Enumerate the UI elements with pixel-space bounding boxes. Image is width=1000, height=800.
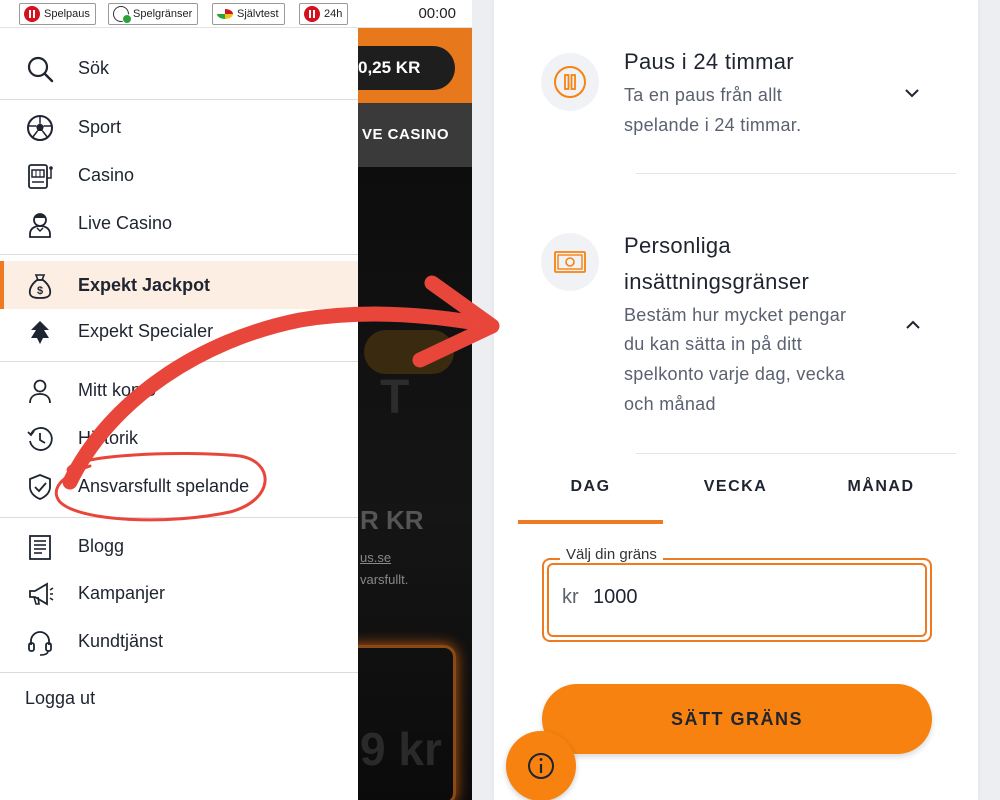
- menu-item-label: Expekt Jackpot: [78, 274, 211, 295]
- menu-item-kundtjanst[interactable]: Kundtjänst: [0, 617, 358, 665]
- deposit-title-line2: insättningsgränser: [624, 269, 810, 294]
- menu-search[interactable]: Sök: [0, 44, 358, 92]
- bg-hero-letter: T: [380, 371, 410, 424]
- menu-item-label: Mitt konto: [78, 379, 157, 400]
- info-icon: [528, 753, 554, 779]
- limit-input[interactable]: [593, 586, 793, 609]
- user-icon: [26, 377, 54, 405]
- menu-divider: [0, 99, 358, 100]
- menu-item-expekt-specialer[interactable]: Expekt Specialer: [0, 307, 358, 355]
- menu-item-ansvarsfullt-spelande[interactable]: Ansvarsfullt spelande: [0, 462, 358, 510]
- side-menu: Sök Sport Casino Live Casino $ Expekt Ja…: [0, 28, 358, 800]
- menu-divider: [0, 672, 358, 673]
- logout-link[interactable]: Logga ut: [25, 688, 95, 709]
- menu-item-label: Kampanjer: [78, 582, 166, 603]
- bg-decoration: [364, 330, 454, 374]
- pause-icon: [24, 6, 40, 22]
- spelgranser-label: Spelgränser: [133, 8, 193, 20]
- section-divider: [636, 453, 956, 454]
- spelgranser-button[interactable]: Spelgränser: [108, 3, 199, 25]
- bg-hero-link[interactable]: us.se: [360, 550, 391, 565]
- tab-vecka[interactable]: VECKA: [663, 470, 808, 524]
- gauge-icon: [217, 9, 233, 19]
- responsible-gaming-panel: Paus i 24 timmar Ta en paus från allt sp…: [494, 0, 978, 800]
- session-timer: 00:00: [418, 5, 456, 22]
- megaphone-icon: [26, 580, 54, 608]
- menu-item-mitt-konto[interactable]: Mitt konto: [0, 366, 358, 414]
- pause-desc-line1: Ta en paus från allt: [624, 85, 783, 105]
- currency-prefix: kr: [562, 586, 579, 608]
- search-icon: [26, 55, 54, 83]
- sjalvtest-button[interactable]: Självtest: [212, 3, 285, 25]
- pause-option-icon: [541, 53, 599, 111]
- pause-24h-label: 24h: [324, 8, 343, 20]
- deposit-desc-line4: och månad: [624, 394, 716, 414]
- bg-hero-note: varsfullt.: [360, 572, 409, 587]
- spelpaus-button[interactable]: Spelpaus: [19, 3, 96, 25]
- section-divider: [636, 173, 956, 174]
- pause-icon: [304, 6, 320, 22]
- dealer-icon: [26, 210, 54, 238]
- headset-icon: [26, 628, 54, 656]
- menu-item-label: Live Casino: [78, 212, 173, 233]
- menu-item-label: Sport: [78, 116, 122, 137]
- limit-icon: [113, 6, 132, 24]
- menu-divider: [0, 517, 358, 518]
- spelpaus-label: Spelpaus: [44, 8, 90, 20]
- menu-item-label: Historik: [78, 427, 139, 448]
- menu-item-label: Casino: [78, 164, 135, 185]
- set-limit-button[interactable]: SÄTT GRÄNS: [542, 684, 932, 754]
- chevron-up-icon[interactable]: [906, 318, 920, 332]
- responsible-gaming-bar: Spelpaus Spelgränser Självtest 24h 00:00: [0, 0, 472, 28]
- pause-desc-line2: spelande i 24 timmar.: [624, 115, 802, 135]
- newspaper-icon: [26, 533, 54, 561]
- menu-divider: [0, 361, 358, 362]
- menu-item-historik[interactable]: Historik: [0, 414, 358, 462]
- svg-text:$: $: [37, 285, 43, 297]
- bg-hero-amount: R KR: [360, 505, 424, 535]
- menu-item-label: Kundtjänst: [78, 630, 164, 651]
- menu-item-blogg[interactable]: Blogg: [0, 522, 358, 570]
- menu-search-label: Sök: [78, 57, 110, 78]
- football-icon: [26, 114, 54, 142]
- menu-item-casino[interactable]: Casino: [0, 151, 358, 199]
- deposit-option-icon: [541, 233, 599, 291]
- deposit-desc-line3: spelkonto varje dag, vecka: [624, 364, 845, 384]
- menu-divider: [0, 254, 358, 255]
- special-icon: [26, 318, 54, 346]
- pause-title: Paus i 24 timmar: [624, 49, 794, 74]
- tab-dag[interactable]: DAG: [518, 470, 663, 524]
- history-icon: [26, 425, 54, 453]
- money-bag-icon: $: [26, 272, 54, 300]
- limit-field-label: Välj din gräns: [560, 546, 663, 563]
- menu-item-label: Blogg: [78, 535, 125, 556]
- sjalvtest-label: Självtest: [237, 8, 279, 20]
- menu-item-kampanjer[interactable]: Kampanjer: [0, 569, 358, 617]
- menu-item-label: Ansvarsfullt spelande: [78, 475, 250, 496]
- bg-promo-amount: 9 kr: [360, 723, 442, 775]
- menu-item-sport[interactable]: Sport: [0, 103, 358, 151]
- deposit-desc-line2: du kan sätta in på ditt: [624, 334, 803, 354]
- deposit-title-line1: Personliga: [624, 233, 731, 258]
- menu-item-label: Expekt Specialer: [78, 320, 214, 341]
- menu-item-live-casino[interactable]: Live Casino: [0, 199, 358, 247]
- chevron-down-icon[interactable]: [905, 86, 919, 100]
- slot-machine-icon: [26, 162, 54, 190]
- tab-manad[interactable]: MÅNAD: [808, 470, 954, 524]
- menu-item-expekt-jackpot[interactable]: $ Expekt Jackpot: [0, 261, 358, 309]
- info-button[interactable]: [506, 731, 576, 800]
- shield-check-icon: [26, 473, 54, 501]
- pause-24h-button[interactable]: 24h: [299, 3, 349, 25]
- deposit-desc-line1: Bestäm hur mycket pengar: [624, 305, 847, 325]
